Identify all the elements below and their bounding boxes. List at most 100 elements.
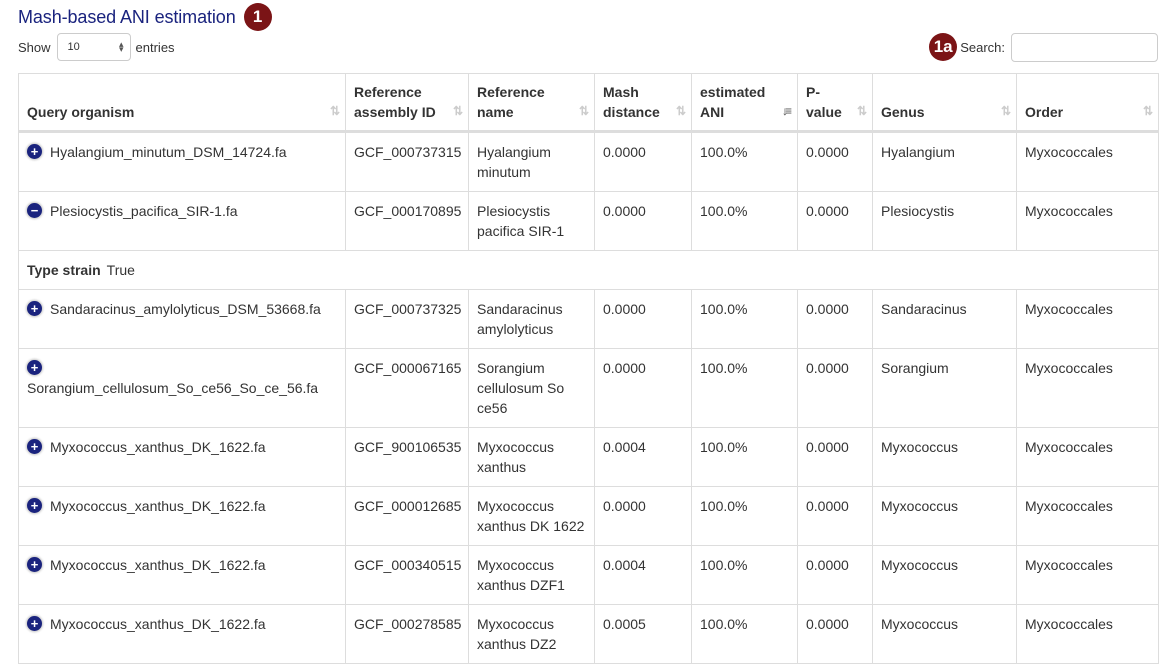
genus-cell: Myxococcus (872, 427, 1017, 487)
expand-row-icon[interactable]: + (27, 360, 42, 375)
sort-both-icon[interactable]: ⇅ (676, 101, 686, 121)
order-text: Myxococcales (1025, 203, 1113, 219)
query-organism-cell: − Plesiocystis_pacifica_SIR-1.fa (18, 191, 346, 251)
column-header[interactable]: Order ⇅ (1016, 73, 1159, 133)
expand-row-icon[interactable]: + (27, 557, 42, 572)
table-row: + Myxococcus_xanthus_DK_1622.fa GCF_000012… (18, 486, 1159, 546)
sort-both-icon[interactable]: ⇅ (453, 101, 463, 121)
table-row: + Myxococcus_xanthus_DK_1622.fa GCF_000340… (18, 545, 1159, 605)
estimated-ani-text: 100.0% (700, 203, 748, 219)
show-label: Show (18, 39, 51, 55)
assembly-id-cell: GCF_000737315 (345, 131, 469, 192)
expand-row-icon[interactable]: + (27, 439, 42, 454)
search-control: 1a Search: (929, 32, 1158, 62)
estimated-ani-cell: 100.0% (691, 348, 798, 428)
page-length-select[interactable]: 10 ▴ ▾ (56, 33, 131, 61)
mash-distance-text: 0.0004 (603, 439, 646, 455)
mash-distance-text: 0.0000 (603, 301, 646, 317)
title-row: Mash-based ANI estimation 1 (18, 2, 272, 32)
estimated-ani-cell: 100.0% (691, 131, 798, 192)
sort-both-icon[interactable]: ⇅ (1143, 101, 1153, 121)
order-text: Myxococcales (1025, 557, 1113, 573)
p-value-text: 0.0000 (806, 616, 849, 632)
column-header[interactable]: Query organism ⇅ (18, 73, 346, 133)
order-cell: Myxococcales (1016, 427, 1159, 487)
reference-name-cell: Myxococcus xanthus (468, 427, 595, 487)
order-text: Myxococcales (1025, 360, 1113, 376)
query-organism-text: Plesiocystis_pacifica_SIR-1.fa (50, 203, 238, 219)
reference-name-cell: Plesiocystis pacifica SIR-1 (468, 191, 595, 251)
estimated-ani-text: 100.0% (700, 439, 748, 455)
mash-distance-cell: 0.0000 (594, 289, 692, 349)
sort-both-icon[interactable]: ⇅ (857, 101, 867, 121)
genus-cell: Sorangium (872, 348, 1017, 428)
search-label: Search: (960, 39, 1005, 55)
column-header[interactable]: P-value ⇅ (797, 73, 873, 133)
page-length-control: Show 10 ▴ ▾ entries (18, 33, 175, 61)
genus-text: Myxococcus (881, 557, 959, 573)
reference-name-text: Myxococcus xanthus DZ2 (477, 616, 557, 652)
collapse-row-icon[interactable]: − (27, 203, 42, 218)
type-strain-value: True (106, 262, 135, 278)
reference-name-cell: Myxococcus xanthus DZF1 (468, 545, 595, 605)
order-text: Myxococcales (1025, 301, 1113, 317)
query-organism-cell: + Myxococcus_xanthus_DK_1622.fa (18, 427, 346, 487)
page-title: Mash-based ANI estimation (18, 6, 236, 27)
query-organism-cell: + Myxococcus_xanthus_DK_1622.fa (18, 545, 346, 605)
mash-distance-cell: 0.0004 (594, 427, 692, 487)
column-header-label: P-value (806, 84, 842, 120)
estimated-ani-cell: 100.0% (691, 427, 798, 487)
genus-cell: Sandaracinus (872, 289, 1017, 349)
assembly-id-cell: GCF_900106535 (345, 427, 469, 487)
table-row: + Sandaracinus_amylolyticus_DSM_53668.fa G… (18, 289, 1159, 349)
assembly-id-text: GCF_000737325 (354, 301, 462, 317)
genus-cell: Myxococcus (872, 486, 1017, 546)
column-header[interactable]: Reference assembly ID ⇅ (345, 73, 469, 133)
sort-desc-icon[interactable]: ↓≡ (782, 101, 792, 121)
query-organism-text: Myxococcus_xanthus_DK_1622.fa (50, 498, 266, 514)
reference-name-cell: Hyalangium minutum (468, 131, 595, 192)
assembly-id-text: GCF_900106535 (354, 439, 462, 455)
column-header[interactable]: Reference name ⇅ (468, 73, 595, 133)
p-value-text: 0.0000 (806, 144, 849, 160)
assembly-id-text: GCF_000170895 (354, 203, 462, 219)
query-organism-cell: + Myxococcus_xanthus_DK_1622.fa (18, 604, 346, 664)
expand-row-icon[interactable]: + (27, 144, 42, 159)
column-header[interactable]: Mash distance ⇅ (594, 73, 692, 133)
p-value-text: 0.0000 (806, 498, 849, 514)
ani-results-table: Query organism ⇅ Reference assembly ID ⇅ Ref… (18, 73, 1159, 664)
reference-name-text: Hyalangium minutum (477, 144, 551, 180)
order-text: Myxococcales (1025, 498, 1113, 514)
expand-row-icon[interactable]: + (27, 616, 42, 631)
sort-both-icon[interactable]: ⇅ (1001, 101, 1011, 121)
table-row: + Sorangium_cellulosum_So_ce56_So_ce_56.f… (18, 348, 1159, 428)
sort-both-icon[interactable]: ⇅ (330, 101, 340, 121)
order-cell: Myxococcales (1016, 545, 1159, 605)
genus-text: Myxococcus (881, 439, 959, 455)
query-organism-text: Sorangium_cellulosum_So_ce56_So_ce_56.fa (27, 380, 319, 396)
assembly-id-text: GCF_000067165 (354, 360, 462, 376)
search-input[interactable] (1011, 32, 1158, 62)
column-header-label: Genus (881, 104, 925, 120)
expand-row-icon[interactable]: + (27, 498, 42, 513)
mash-distance-text: 0.0005 (603, 616, 646, 632)
query-organism-cell: + Hyalangium_minutum_DSM_14724.fa (18, 131, 346, 192)
column-header[interactable]: estimated ANI ↓≡ (691, 73, 798, 133)
expand-row-icon[interactable]: + (27, 301, 42, 316)
order-text: Myxococcales (1025, 616, 1113, 632)
order-cell: Myxococcales (1016, 486, 1159, 546)
sort-both-icon[interactable]: ⇅ (579, 101, 589, 121)
table-row: + Hyalangium_minutum_DSM_14724.fa GCF_0007… (18, 131, 1159, 192)
assembly-id-text: GCF_000737315 (354, 144, 462, 160)
assembly-id-text: GCF_000012685 (354, 498, 462, 514)
assembly-id-text: GCF_000340515 (354, 557, 462, 573)
genus-cell: Hyalangium (872, 131, 1017, 192)
p-value-cell: 0.0000 (797, 131, 873, 192)
column-header-label: estimated ANI (700, 84, 766, 120)
p-value-cell: 0.0000 (797, 348, 873, 428)
estimated-ani-text: 100.0% (700, 360, 748, 376)
p-value-cell: 0.0000 (797, 486, 873, 546)
reference-name-text: Plesiocystis pacifica SIR-1 (477, 203, 565, 239)
p-value-text: 0.0000 (806, 439, 849, 455)
column-header[interactable]: Genus ⇅ (872, 73, 1017, 133)
